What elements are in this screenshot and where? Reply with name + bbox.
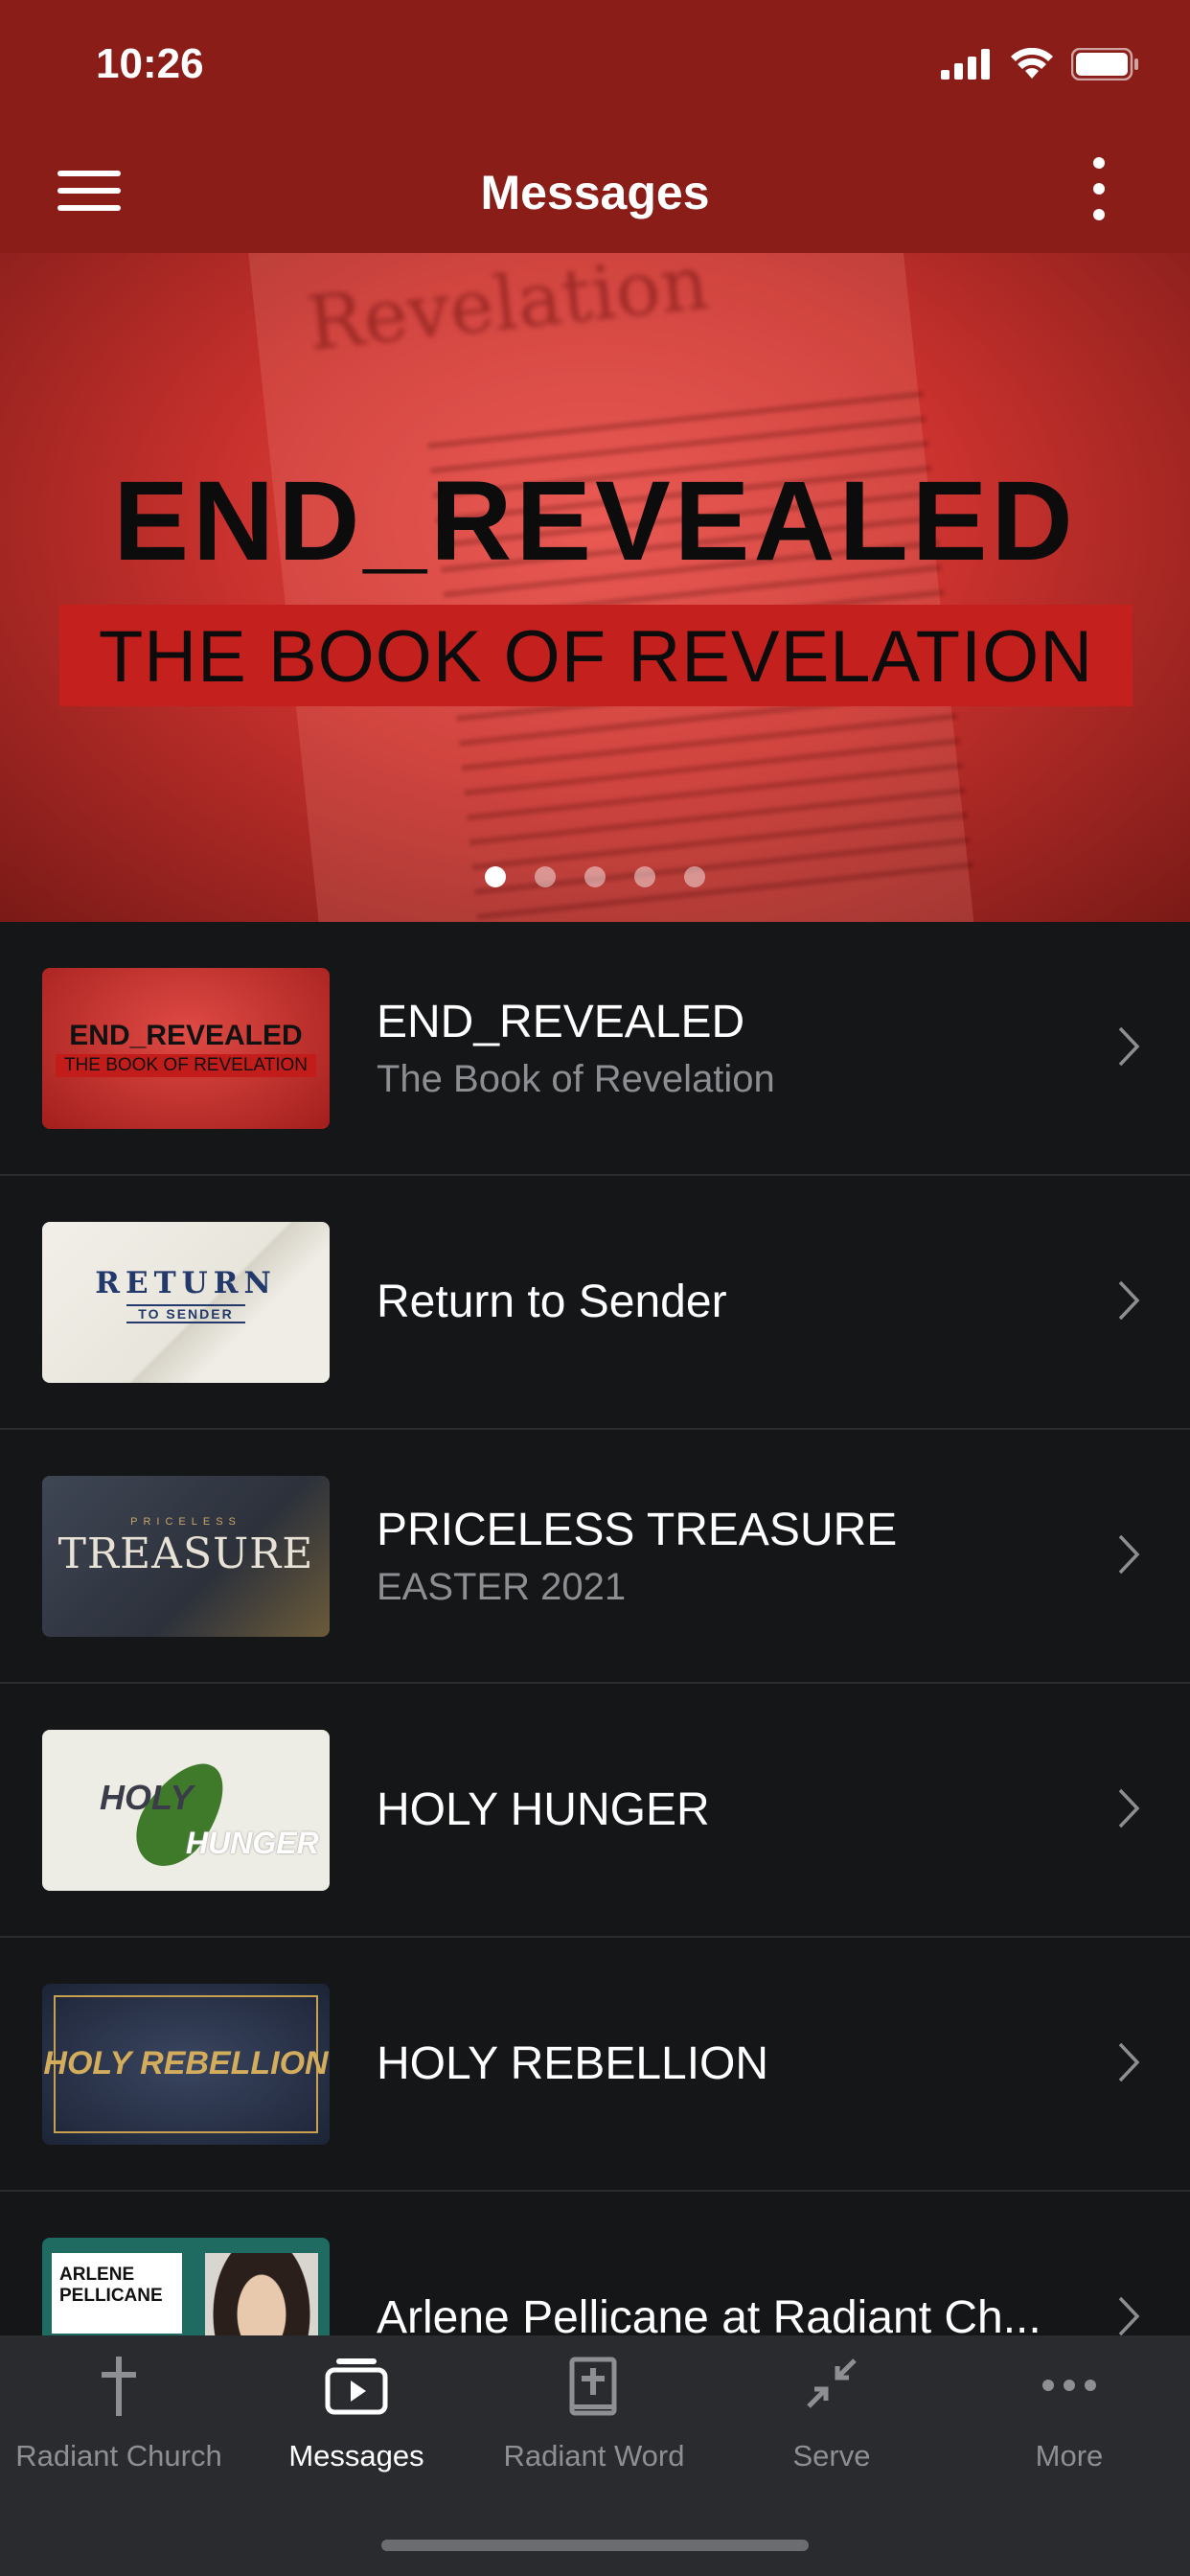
- series-row-end-revealed[interactable]: END_REVEALED THE BOOK OF REVELATION END_…: [0, 922, 1190, 1176]
- tab-serve[interactable]: Serve: [713, 2335, 950, 2489]
- thumbnail-title: HOLY: [100, 1778, 194, 1817]
- thumbnail-title: RETURN: [95, 1266, 277, 1300]
- thumbnail-title: END_REVEALED: [69, 1020, 303, 1051]
- status-bar: 10:26: [0, 0, 1190, 134]
- collapse-arrows-icon: [807, 2358, 857, 2408]
- tab-radiant-word[interactable]: Radiant Word: [475, 2335, 713, 2489]
- series-title: HOLY REBELLION: [377, 2038, 769, 2089]
- series-thumbnail: HOLY REBELLION: [42, 1984, 330, 2145]
- battery-icon: [1071, 48, 1138, 80]
- pager-dot[interactable]: [634, 866, 655, 887]
- status-time: 10:26: [96, 40, 204, 87]
- thumbnail-title: HOLY REBELLION: [43, 2045, 329, 2082]
- chevron-right-icon: [1118, 1534, 1140, 1575]
- pager-dot[interactable]: [584, 866, 606, 887]
- series-thumbnail: END_REVEALED THE BOOK OF REVELATION: [42, 968, 330, 1129]
- series-list: END_REVEALED THE BOOK OF REVELATION END_…: [0, 922, 1190, 2446]
- media-player-icon: [325, 2358, 388, 2415]
- navigation-bar: Messages: [0, 134, 1190, 253]
- tab-messages[interactable]: Messages: [238, 2335, 475, 2489]
- series-row-holy-hunger[interactable]: HOLY HUNGER HOLY HUNGER: [0, 1684, 1190, 1938]
- page-title: Messages: [480, 166, 710, 219]
- hero-subtitle: THE BOOK OF REVELATION: [98, 616, 1094, 698]
- tab-more[interactable]: More: [950, 2335, 1188, 2489]
- chevron-right-icon: [1118, 1788, 1140, 1828]
- home-indicator[interactable]: [381, 2540, 809, 2551]
- tab-label: More: [1035, 2439, 1104, 2472]
- series-title: PRICELESS TREASURE: [377, 1504, 898, 1555]
- pager-dot[interactable]: [485, 866, 506, 887]
- hero-carousel[interactable]: Revelation END_REVEALED THE BOOK OF REVE…: [0, 253, 1190, 922]
- signal-icon: [941, 49, 990, 80]
- series-thumbnail: HOLY HUNGER: [42, 1730, 330, 1891]
- pager-dot[interactable]: [535, 866, 556, 887]
- thumbnail-title: TREASURE: [57, 1530, 314, 1578]
- series-title: Return to Sender: [377, 1276, 727, 1327]
- tab-label: Serve: [792, 2439, 871, 2472]
- chevron-right-icon: [1118, 1280, 1140, 1321]
- thumbnail-subtitle: THE BOOK OF REVELATION: [56, 1054, 316, 1077]
- series-subtitle: The Book of Revelation: [377, 1057, 775, 1100]
- thumbnail-subtitle: TO SENDER: [126, 1304, 245, 1323]
- series-row-return-to-sender[interactable]: RETURN TO SENDER Return to Sender: [0, 1176, 1190, 1430]
- carousel-pager[interactable]: [0, 866, 1190, 887]
- tab-label: Radiant Church: [15, 2439, 222, 2472]
- chevron-right-icon: [1118, 2296, 1140, 2336]
- tab-radiant-church[interactable]: Radiant Church: [0, 2335, 238, 2489]
- chevron-right-icon: [1118, 2042, 1140, 2082]
- thumbnail-subtitle: PRICELESS: [130, 1516, 241, 1528]
- more-options-icon[interactable]: [1090, 157, 1108, 220]
- series-row-priceless-treasure[interactable]: PRICELESS TREASURE PRICELESS TREASURE EA…: [0, 1430, 1190, 1684]
- thumbnail-subtitle: HUNGER: [186, 1826, 319, 1860]
- ellipsis-icon: [1042, 2380, 1096, 2391]
- bible-icon: [569, 2357, 617, 2416]
- wifi-icon: [1011, 48, 1053, 79]
- series-thumbnail: PRICELESS TREASURE: [42, 1476, 330, 1637]
- series-title: END_REVEALED: [377, 996, 745, 1047]
- series-subtitle: EASTER 2021: [377, 1565, 627, 1608]
- chevron-right-icon: [1118, 1026, 1140, 1067]
- thumbnail-title: ARLENE PELLICANE: [59, 2265, 163, 2306]
- series-title: HOLY HUNGER: [377, 1784, 710, 1835]
- cross-icon: [102, 2357, 136, 2416]
- tab-label: Messages: [288, 2439, 424, 2472]
- pager-dot[interactable]: [684, 866, 705, 887]
- hero-title: END_REVEALED: [113, 458, 1077, 585]
- tab-label: Radiant Word: [503, 2439, 685, 2472]
- status-icons: [941, 48, 1140, 80]
- series-row-holy-rebellion[interactable]: HOLY REBELLION HOLY REBELLION: [0, 1938, 1190, 2192]
- series-thumbnail: RETURN TO SENDER: [42, 1222, 330, 1383]
